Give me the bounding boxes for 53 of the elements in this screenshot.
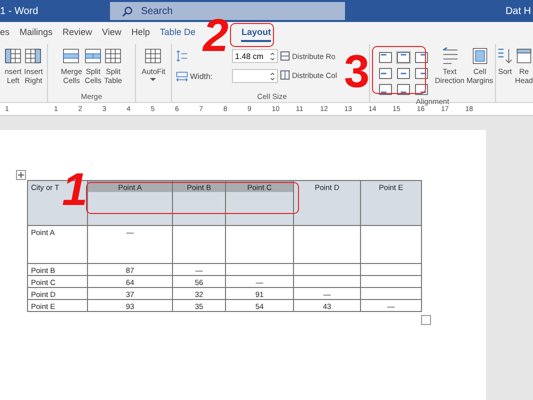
align-button[interactable] xyxy=(378,83,393,96)
table-cell xyxy=(173,226,226,264)
align-button[interactable] xyxy=(396,83,411,96)
text-direction-icon xyxy=(440,47,459,65)
caret-icon xyxy=(150,78,156,81)
insert-column-icon xyxy=(24,47,42,65)
spin-arrows-icon[interactable] xyxy=(270,52,275,60)
align-button[interactable] xyxy=(378,67,393,80)
align-button[interactable] xyxy=(414,67,429,80)
move-handle-icon[interactable] xyxy=(16,170,26,180)
distribute-columns-icon xyxy=(280,70,290,80)
highlight-frame xyxy=(230,23,274,47)
align-button[interactable] xyxy=(396,67,411,80)
table-cell xyxy=(294,276,361,288)
user-name[interactable]: Dat H xyxy=(505,6,531,16)
align-button[interactable] xyxy=(396,51,411,64)
ribbon-tab[interactable]: View xyxy=(102,24,122,42)
table-cell xyxy=(361,264,422,276)
table-cell xyxy=(226,264,294,276)
ribbon-tab[interactable]: es xyxy=(0,24,10,42)
step-number: 1 xyxy=(62,166,88,212)
highlight-frame xyxy=(372,46,426,94)
resize-handle-icon[interactable] xyxy=(421,315,431,325)
table-icon xyxy=(144,47,162,65)
table-cell xyxy=(294,264,361,276)
merge-cells-icon xyxy=(62,47,80,65)
spin-arrows-icon[interactable] xyxy=(270,72,275,80)
split-cells-icon xyxy=(84,47,102,65)
table-cell xyxy=(361,226,422,264)
table-cell xyxy=(361,288,422,300)
window-title: 1 - Word xyxy=(0,6,40,16)
ribbon-tab[interactable]: Table De xyxy=(160,24,196,42)
ribbon-tab[interactable]: Review xyxy=(62,24,92,42)
ribbon-tab[interactable]: Help xyxy=(131,24,150,42)
ribbon-tab[interactable]: Layout xyxy=(241,24,271,42)
step-number: 3 xyxy=(344,48,370,94)
ribbon-tab[interactable]: Mailings xyxy=(20,24,53,42)
sort-icon xyxy=(496,47,514,65)
table-cell xyxy=(294,226,361,264)
table-cell xyxy=(361,276,422,288)
search-field[interactable]: Search xyxy=(110,2,345,20)
width-label: Width: xyxy=(190,72,214,80)
row-height-icon xyxy=(176,50,188,62)
cell-margins-icon xyxy=(470,47,489,65)
insert-column-icon xyxy=(4,47,22,65)
table-cell xyxy=(226,226,294,264)
align-button[interactable] xyxy=(414,51,429,64)
distribute-rows-icon xyxy=(280,51,290,61)
column-width-icon xyxy=(176,70,188,82)
align-button[interactable] xyxy=(378,51,393,64)
height-field[interactable]: 1.48 cm xyxy=(232,49,278,63)
table-icon xyxy=(104,47,122,65)
width-field[interactable] xyxy=(232,69,278,83)
